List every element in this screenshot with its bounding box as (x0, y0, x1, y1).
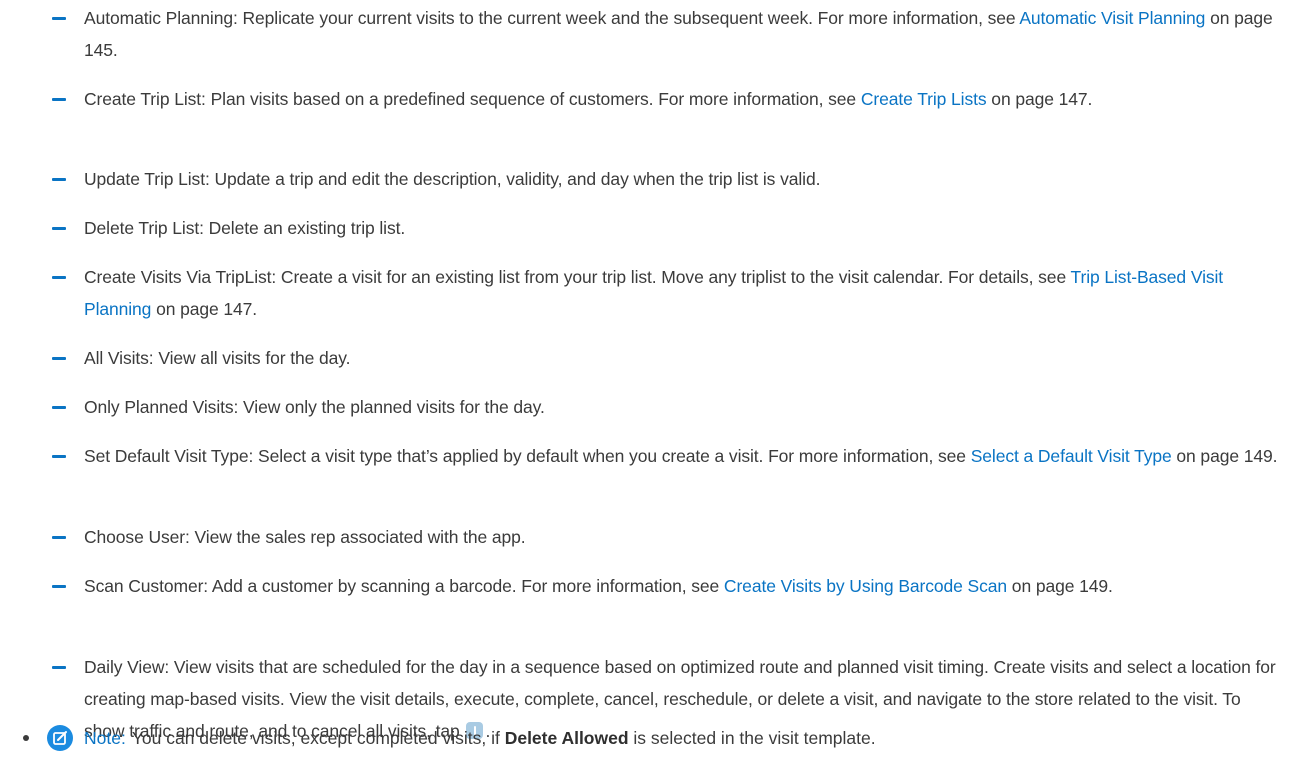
note-bold-term: Delete Allowed (504, 728, 629, 748)
list-dash (52, 406, 66, 409)
item-text-post: on page 147. (986, 89, 1093, 109)
list-dash (52, 17, 66, 20)
list-dash (52, 227, 66, 230)
note-text: You can delete visits, except completed … (131, 728, 505, 748)
note: Note: You can delete visits, except compl… (84, 722, 1279, 754)
item-text: Set Default Visit Type: Select a visit t… (84, 446, 971, 466)
link-automatic-visit-planning[interactable]: Automatic Visit Planning (1019, 8, 1205, 28)
bullet-dot (23, 735, 29, 741)
list-item-choose-user: Choose User: View the sales rep associat… (84, 521, 1279, 553)
list-dash (52, 357, 66, 360)
document-page: Automatic Planning: Replicate your curre… (0, 0, 1315, 769)
list-dash (52, 666, 66, 669)
item-text: Create Visits Via TripList: Create a vis… (84, 267, 1071, 287)
list-item-only-planned-visits: Only Planned Visits: View only the plann… (84, 391, 1279, 423)
list-item-all-visits: All Visits: View all visits for the day. (84, 342, 1279, 374)
list-item-automatic-planning: Automatic Planning: Replicate your curre… (84, 2, 1279, 66)
item-text-post: on page 147. (151, 299, 258, 319)
list-item-update-trip-list: Update Trip List: Update a trip and edit… (84, 163, 1279, 195)
link-create-trip-lists[interactable]: Create Trip Lists (861, 89, 987, 109)
edit-note-icon (47, 725, 73, 751)
list-dash (52, 178, 66, 181)
item-text-post: on page 149. (1007, 576, 1113, 596)
list-dash (52, 455, 66, 458)
list-dash (52, 585, 66, 588)
link-select-default-visit-type[interactable]: Select a Default Visit Type (971, 446, 1172, 466)
list-item-delete-trip-list: Delete Trip List: Delete an existing tri… (84, 212, 1279, 244)
item-text: Create Trip List: Plan visits based on a… (84, 89, 861, 109)
item-text: Choose User: View the sales rep associat… (84, 527, 526, 547)
item-text-post: on page 149. (1171, 446, 1278, 466)
item-text: Update Trip List: Update a trip and edit… (84, 169, 821, 189)
list-dash (52, 536, 66, 539)
item-text: All Visits: View all visits for the day. (84, 348, 351, 368)
note-text-post: is selected in the visit template. (628, 728, 876, 748)
link-create-visits-barcode-scan[interactable]: Create Visits by Using Barcode Scan (724, 576, 1007, 596)
list-item-create-trip-list: Create Trip List: Plan visits based on a… (84, 83, 1279, 115)
list-item-create-visits-via-triplist: Create Visits Via TripList: Create a vis… (84, 261, 1279, 325)
list-item-scan-customer: Scan Customer: Add a customer by scannin… (84, 570, 1279, 602)
list-dash (52, 276, 66, 279)
item-text: Delete Trip List: Delete an existing tri… (84, 218, 406, 238)
list-item-set-default-visit-type: Set Default Visit Type: Select a visit t… (84, 440, 1279, 472)
list-dash (52, 98, 66, 101)
item-text: Scan Customer: Add a customer by scannin… (84, 576, 724, 596)
item-text: Only Planned Visits: View only the plann… (84, 397, 545, 417)
item-text: Automatic Planning: Replicate your curre… (84, 8, 1020, 28)
note-label: Note: (84, 728, 126, 748)
